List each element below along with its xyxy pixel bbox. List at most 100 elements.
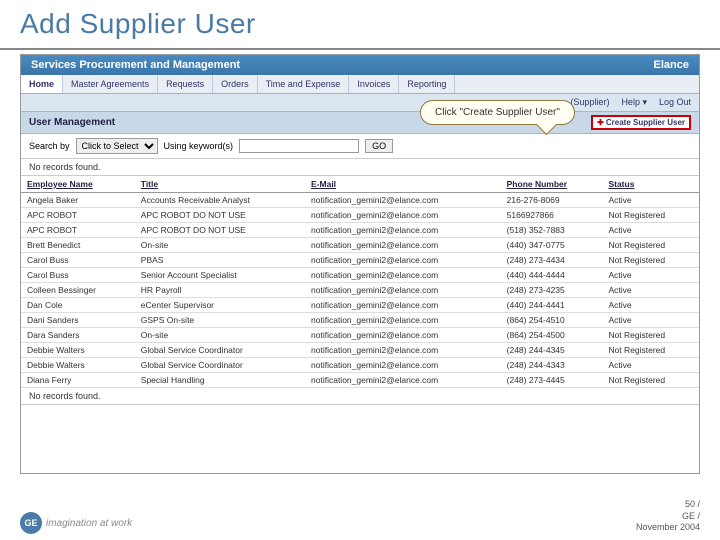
tab-time-expense[interactable]: Time and Expense (258, 75, 350, 93)
table-row[interactable]: Colleen BessingerHR Payrollnotification_… (21, 283, 699, 298)
search-input[interactable] (239, 139, 359, 153)
cell-status: Active (602, 313, 699, 328)
plus-icon: ✚ (597, 118, 604, 127)
table-row[interactable]: Dani SandersGSPS On-sitenotification_gem… (21, 313, 699, 328)
section-title: User Management (29, 117, 115, 128)
cell-status: Not Registered (602, 253, 699, 268)
cell-status: Active (602, 283, 699, 298)
cell-title: Special Handling (135, 373, 305, 388)
tab-orders[interactable]: Orders (213, 75, 258, 93)
cell-phone: (864) 254-4510 (501, 313, 603, 328)
page-number: 50 / (636, 499, 700, 511)
tab-requests[interactable]: Requests (158, 75, 213, 93)
cell-title: Global Service Coordinator (135, 343, 305, 358)
logout-link[interactable]: Log Out (659, 97, 691, 108)
table-row[interactable]: Debbie WaltersGlobal Service Coordinator… (21, 343, 699, 358)
column-header[interactable]: Employee Name (21, 176, 135, 193)
cell-title: GSPS On-site (135, 313, 305, 328)
create-supplier-user-button[interactable]: ✚ Create Supplier User (591, 115, 691, 130)
cell-email: notification_gemini2@elance.com (305, 208, 501, 223)
role-label: (Supplier) (570, 97, 609, 108)
cell-title: Accounts Receivable Analyst (135, 193, 305, 208)
help-link[interactable]: Help ▾ (621, 97, 647, 108)
cell-name: Carol Buss (21, 253, 135, 268)
tab-invoices[interactable]: Invoices (349, 75, 399, 93)
slide-title: Add Supplier User (0, 0, 720, 50)
cell-title: eCenter Supervisor (135, 298, 305, 313)
app-title: Services Procurement and Management (31, 59, 240, 71)
search-row: Search by Click to Select Using keyword(… (21, 134, 699, 159)
cell-email: notification_gemini2@elance.com (305, 193, 501, 208)
column-header[interactable]: Title (135, 176, 305, 193)
table-row[interactable]: Debbie WaltersGlobal Service Coordinator… (21, 358, 699, 373)
cell-name: APC ROBOT (21, 208, 135, 223)
user-table: Employee NameTitleE-MailPhone NumberStat… (21, 176, 699, 388)
go-button[interactable]: GO (365, 139, 393, 153)
cell-title: PBAS (135, 253, 305, 268)
cell-status: Active (602, 298, 699, 313)
cell-status: Active (602, 358, 699, 373)
cell-phone: (440) 444-4444 (501, 268, 603, 283)
cell-phone: (248) 244-4345 (501, 343, 603, 358)
cell-status: Not Registered (602, 208, 699, 223)
callout-bubble: Click "Create Supplier User" (420, 100, 575, 125)
section-header: User Management ✚ Create Supplier User (21, 112, 699, 134)
cell-phone: (518) 352-7883 (501, 223, 603, 238)
table-row[interactable]: APC ROBOTAPC ROBOT DO NOT USEnotificatio… (21, 208, 699, 223)
column-header[interactable]: E-Mail (305, 176, 501, 193)
cell-name: Angela Baker (21, 193, 135, 208)
cell-email: notification_gemini2@elance.com (305, 358, 501, 373)
cell-phone: (248) 273-4445 (501, 373, 603, 388)
table-row[interactable]: Dara SandersOn-sitenotification_gemini2@… (21, 328, 699, 343)
cell-phone: (248) 244-4343 (501, 358, 603, 373)
search-label: Search by (29, 141, 70, 151)
cell-name: Carol Buss (21, 268, 135, 283)
cell-status: Active (602, 193, 699, 208)
cell-email: notification_gemini2@elance.com (305, 343, 501, 358)
cell-email: notification_gemini2@elance.com (305, 313, 501, 328)
cell-name: Dara Sanders (21, 328, 135, 343)
table-row[interactable]: Angela BakerAccounts Receivable Analystn… (21, 193, 699, 208)
table-row[interactable]: Brett BenedictOn-sitenotification_gemini… (21, 238, 699, 253)
cell-status: Not Registered (602, 328, 699, 343)
tab-reporting[interactable]: Reporting (399, 75, 455, 93)
keywords-label: Using keyword(s) (164, 141, 234, 151)
sub-bar: (Supplier) Help ▾ Log Out (21, 94, 699, 112)
cell-email: notification_gemini2@elance.com (305, 373, 501, 388)
cell-name: Colleen Bessinger (21, 283, 135, 298)
cell-email: notification_gemini2@elance.com (305, 238, 501, 253)
brand-logo: Elance (654, 59, 689, 71)
cell-status: Not Registered (602, 343, 699, 358)
tab-master-agreements[interactable]: Master Agreements (63, 75, 158, 93)
cell-phone: (864) 254-4500 (501, 328, 603, 343)
cell-name: Debbie Walters (21, 343, 135, 358)
table-row[interactable]: APC ROBOTAPC ROBOT DO NOT USEnotificatio… (21, 223, 699, 238)
cell-status: Not Registered (602, 238, 699, 253)
cell-phone: (440) 244-4441 (501, 298, 603, 313)
column-header[interactable]: Status (602, 176, 699, 193)
tab-home[interactable]: Home (21, 75, 63, 93)
cell-name: Dan Cole (21, 298, 135, 313)
cell-email: notification_gemini2@elance.com (305, 253, 501, 268)
nav-bar: Home Master Agreements Requests Orders T… (21, 75, 699, 94)
cell-phone: (248) 273-4434 (501, 253, 603, 268)
cell-email: notification_gemini2@elance.com (305, 298, 501, 313)
cell-title: On-site (135, 328, 305, 343)
column-header[interactable]: Phone Number (501, 176, 603, 193)
app-window: Services Procurement and Management Elan… (20, 54, 700, 474)
cell-status: Not Registered (602, 373, 699, 388)
cell-status: Active (602, 223, 699, 238)
table-row[interactable]: Carol BussPBASnotification_gemini2@elanc… (21, 253, 699, 268)
cell-phone: (440) 347-0775 (501, 238, 603, 253)
no-records-top: No records found. (21, 159, 699, 176)
cell-name: APC ROBOT (21, 223, 135, 238)
search-select[interactable]: Click to Select (76, 138, 158, 154)
cell-phone: 216-276-8069 (501, 193, 603, 208)
ge-logo-icon: GE (20, 512, 42, 534)
app-header: Services Procurement and Management Elan… (21, 55, 699, 75)
no-records-bottom: No records found. (21, 388, 699, 405)
cell-email: notification_gemini2@elance.com (305, 268, 501, 283)
table-row[interactable]: Dan ColeeCenter Supervisornotification_g… (21, 298, 699, 313)
table-row[interactable]: Diana FerrySpecial Handlingnotification_… (21, 373, 699, 388)
table-row[interactable]: Carol BussSenior Account Specialistnotif… (21, 268, 699, 283)
